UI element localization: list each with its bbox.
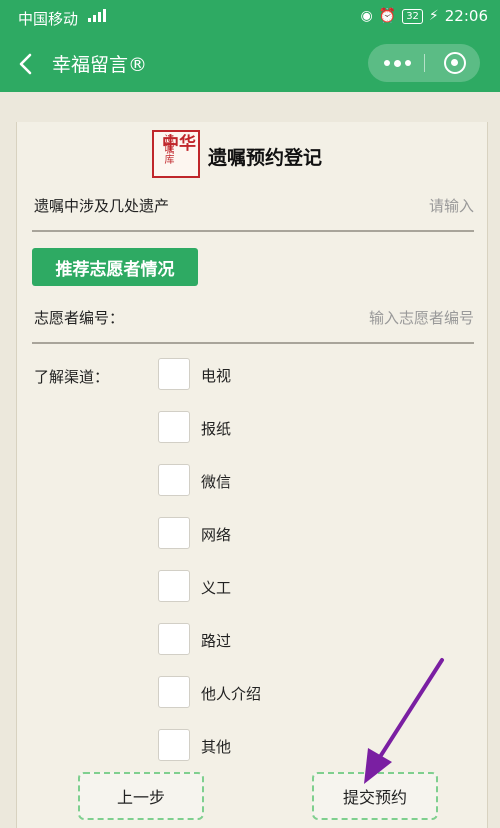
form-title: 遗嘱预约登记 <box>208 147 323 169</box>
estate-count-input[interactable]: 请输入 <box>429 195 474 216</box>
volunteer-id-label: 志愿者编号： <box>34 309 125 327</box>
prev-step-button[interactable]: 上一步 <box>78 772 204 820</box>
volunteer-id-input[interactable]: 输入志愿者编号 <box>369 307 474 328</box>
submit-booking-button[interactable]: 提交预约 <box>312 772 438 820</box>
eye-icon: ◉ <box>360 8 373 24</box>
status-bar: 中国移动 ◉ ⏰ 32 ⚡ 22:06 <box>0 0 500 36</box>
divider <box>32 342 474 344</box>
close-target-icon[interactable] <box>444 52 466 74</box>
logo-seal: 遗嘱库 中华 <box>152 130 200 178</box>
estate-count-label: 遗嘱中涉及几处遗产 <box>34 197 170 215</box>
battery-icon: 32 <box>402 8 423 24</box>
page-title: 幸福留言® <box>52 54 148 76</box>
title-bar: 幸福留言® <box>0 36 500 92</box>
checkbox-label-volunteer: 义工 <box>201 579 232 597</box>
carrier-name: 中国移动 <box>18 10 79 28</box>
back-icon[interactable] <box>14 50 38 78</box>
channel-label: 了解渠道： <box>34 368 110 386</box>
alarm-icon: ⏰ <box>378 8 397 24</box>
logo-seal-big-text: 中华 <box>162 134 196 154</box>
checkbox-tv[interactable] <box>158 358 190 390</box>
capsule-divider <box>424 54 425 72</box>
divider <box>32 230 474 232</box>
checkbox-label-tv: 电视 <box>201 367 232 385</box>
checkbox-other[interactable] <box>158 729 190 761</box>
checkbox-label-passing-by: 路过 <box>201 632 232 650</box>
checkbox-volunteer[interactable] <box>158 570 190 602</box>
section-heading-volunteer: 推荐志愿者情况 <box>32 248 198 286</box>
checkbox-label-newspaper: 报纸 <box>201 420 232 438</box>
checkbox-label-other: 其他 <box>201 738 232 756</box>
leaf-icon: ⚡ <box>428 8 439 24</box>
checkbox-referral[interactable] <box>158 676 190 708</box>
more-icon[interactable] <box>384 59 411 67</box>
mini-program-capsule <box>368 44 480 82</box>
checkbox-passing-by[interactable] <box>158 623 190 655</box>
checkbox-label-wechat: 微信 <box>201 473 232 491</box>
checkbox-internet[interactable] <box>158 517 190 549</box>
signal-icon <box>88 8 106 22</box>
status-time: 22:06 <box>444 7 488 25</box>
checkbox-label-referral: 他人介绍 <box>201 685 262 703</box>
checkbox-label-internet: 网络 <box>201 526 232 544</box>
checkbox-newspaper[interactable] <box>158 411 190 443</box>
checkbox-wechat[interactable] <box>158 464 190 496</box>
form-card <box>16 122 488 828</box>
